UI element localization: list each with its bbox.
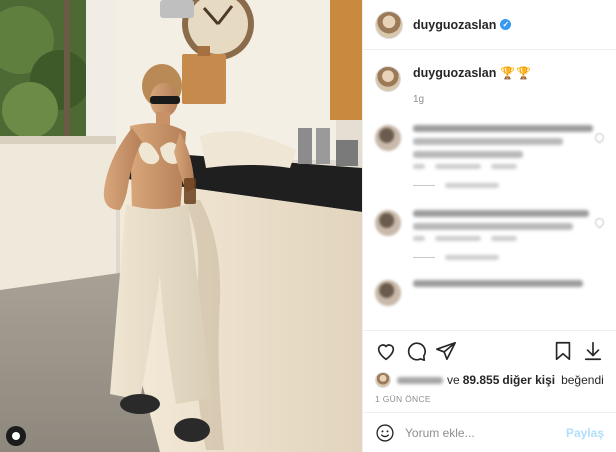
caption-timestamp[interactable]: 1g	[413, 94, 532, 105]
likes-verb: beğendi	[561, 373, 604, 387]
comment-meta	[413, 164, 593, 169]
likes-suffix[interactable]: diğer kişi	[502, 373, 555, 387]
caption-avatar[interactable]	[375, 66, 401, 92]
post-photo[interactable]	[0, 0, 362, 452]
blurred-comment-text	[413, 210, 589, 217]
post-actions	[363, 330, 616, 370]
comment-icon	[407, 342, 426, 361]
comment-input[interactable]	[405, 425, 566, 440]
post-caption: duyguozaslan 🏆🏆 1g	[363, 50, 616, 105]
liker-avatar[interactable]	[375, 372, 391, 388]
user-tag-icon[interactable]	[6, 426, 26, 446]
photo-illustration	[0, 0, 362, 452]
smiley-icon[interactable]	[375, 423, 395, 443]
instagram-post-view: duyguozaslan ✓ duyguozaslan 🏆🏆 1g ve 89.…	[0, 0, 616, 452]
save-button[interactable]	[550, 338, 576, 364]
post-sidebar: duyguozaslan ✓ duyguozaslan 🏆🏆 1g ve 89.…	[362, 0, 616, 452]
post-header: duyguozaslan ✓	[363, 0, 616, 50]
post-time-ago[interactable]: 1 GÜN ÖNCE	[363, 390, 616, 412]
list-item	[363, 280, 616, 306]
blurred-liker-name[interactable]	[397, 376, 443, 384]
likes-count[interactable]: 89.855	[463, 373, 500, 387]
commenter-avatar[interactable]	[375, 125, 401, 151]
blurred-comment-text	[413, 280, 583, 287]
blurred-comment-text	[413, 125, 593, 132]
comment-like-icon[interactable]	[593, 216, 606, 229]
likes-summary: ve 89.855 diğer kişi beğendi	[363, 370, 616, 390]
list-item	[363, 125, 616, 188]
caption-username[interactable]: duyguozaslan	[413, 66, 496, 80]
view-replies[interactable]	[413, 183, 593, 188]
comment-meta	[413, 236, 593, 241]
view-replies[interactable]	[413, 255, 593, 260]
add-comment-bar: Paylaş	[363, 412, 616, 452]
list-item	[363, 210, 616, 260]
commenter-avatar[interactable]	[375, 280, 401, 306]
verified-badge-icon: ✓	[500, 19, 512, 30]
download-button[interactable]	[580, 338, 606, 364]
bookmark-icon	[555, 341, 571, 360]
header-username[interactable]: duyguozaslan	[413, 18, 496, 32]
like-button[interactable]	[373, 338, 399, 364]
comments-panel[interactable]: duyguozaslan 🏆🏆 1g	[363, 50, 616, 330]
share-button[interactable]	[433, 338, 459, 364]
download-icon	[584, 341, 602, 360]
commenter-avatar[interactable]	[375, 210, 401, 236]
likes-connector: ve	[447, 373, 460, 387]
avatar[interactable]	[375, 10, 403, 39]
comment-like-icon[interactable]	[593, 131, 606, 144]
paper-plane-icon	[436, 341, 456, 360]
heart-icon	[377, 343, 395, 360]
comment-button[interactable]	[403, 338, 429, 364]
caption-emojis: 🏆🏆	[500, 66, 533, 80]
post-comment-button[interactable]: Paylaş	[566, 426, 604, 440]
